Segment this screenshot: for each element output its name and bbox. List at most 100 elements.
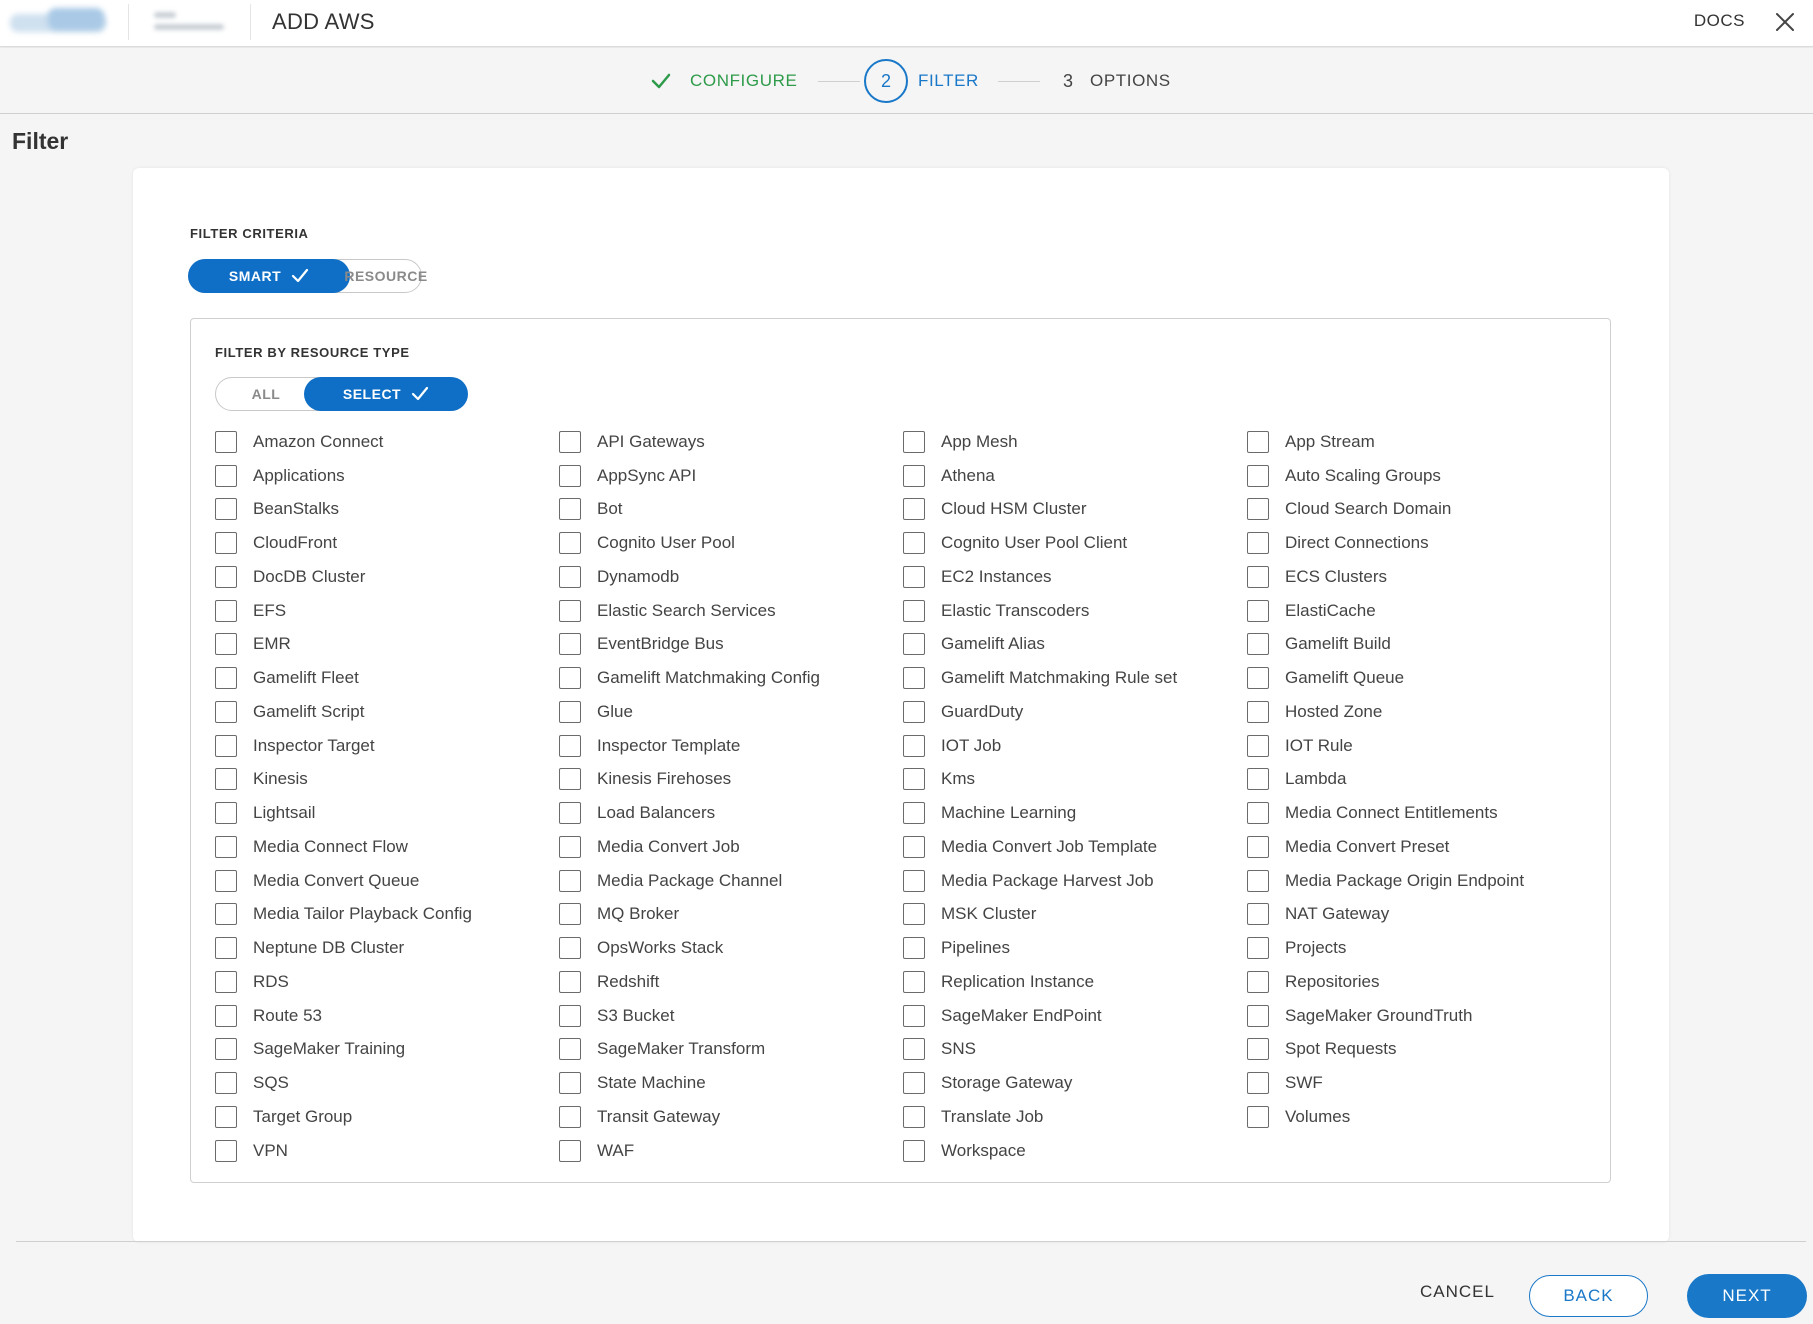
resource-checkbox-item[interactable]: ECS Clusters [1247,560,1591,594]
resource-checkbox-item[interactable]: Pipelines [903,931,1247,965]
resource-checkbox-item[interactable]: IOT Job [903,729,1247,763]
resource-checkbox-item[interactable]: Spot Requests [1247,1033,1591,1067]
checkbox[interactable] [1247,464,1269,487]
toggle-option-all[interactable]: ALL [216,377,316,411]
step-options[interactable]: 3 OPTIONS [1063,48,1171,114]
checkbox[interactable] [215,835,237,858]
resource-checkbox-item[interactable]: CloudFront [215,526,559,560]
checkbox[interactable] [903,835,925,858]
resource-checkbox-item[interactable]: Machine Learning [903,796,1247,830]
checkbox[interactable] [903,532,925,555]
checkbox[interactable] [215,734,237,757]
checkbox[interactable] [559,633,581,656]
checkbox[interactable] [215,599,237,622]
checkbox[interactable] [559,1105,581,1128]
resource-checkbox-item[interactable]: Media Connect Entitlements [1247,796,1591,830]
checkbox[interactable] [559,498,581,521]
resource-checkbox-item[interactable]: SageMaker GroundTruth [1247,999,1591,1033]
resource-checkbox-item[interactable]: Media Convert Job [559,830,903,864]
resource-checkbox-item[interactable]: SageMaker EndPoint [903,999,1247,1033]
resource-checkbox-item[interactable]: App Mesh [903,425,1247,459]
resource-checkbox-item[interactable]: SageMaker Transform [559,1033,903,1067]
checkbox[interactable] [559,667,581,690]
resource-checkbox-item[interactable]: Glue [559,695,903,729]
checkbox[interactable] [1247,970,1269,993]
resource-checkbox-item[interactable]: Cloud HSM Cluster [903,493,1247,527]
checkbox[interactable] [1247,599,1269,622]
resource-checkbox-item[interactable]: Gamelift Script [215,695,559,729]
checkbox[interactable] [215,1105,237,1128]
resource-checkbox-item[interactable]: Amazon Connect [215,425,559,459]
checkbox[interactable] [903,937,925,960]
resource-checkbox-item[interactable]: SQS [215,1066,559,1100]
checkbox[interactable] [215,1072,237,1095]
resource-checkbox-item[interactable]: BeanStalks [215,493,559,527]
checkbox[interactable] [215,903,237,926]
checkbox[interactable] [903,1072,925,1095]
toggle-option-smart[interactable]: SMART [188,259,350,293]
cancel-button[interactable]: CANCEL [1420,1282,1495,1302]
resource-checkbox-item[interactable]: Elastic Search Services [559,594,903,628]
checkbox[interactable] [903,734,925,757]
checkbox[interactable] [215,532,237,555]
resource-checkbox-item[interactable]: Gamelift Build [1247,628,1591,662]
checkbox[interactable] [559,599,581,622]
checkbox[interactable] [559,835,581,858]
checkbox[interactable] [1247,869,1269,892]
checkbox[interactable] [1247,1105,1269,1128]
toggle-option-select[interactable]: SELECT [304,377,468,411]
checkbox[interactable] [559,734,581,757]
checkbox[interactable] [559,1004,581,1027]
checkbox[interactable] [1247,667,1269,690]
resource-checkbox-item[interactable]: ElastiCache [1247,594,1591,628]
checkbox[interactable] [903,1004,925,1027]
resource-checkbox-item[interactable]: RDS [215,965,559,999]
checkbox[interactable] [559,869,581,892]
checkbox[interactable] [215,869,237,892]
checkbox[interactable] [559,464,581,487]
toggle-option-resource[interactable]: RESOURCE [344,259,427,293]
checkbox[interactable] [215,667,237,690]
checkbox[interactable] [559,903,581,926]
resource-checkbox-item[interactable]: Lambda [1247,763,1591,797]
checkbox[interactable] [903,802,925,825]
resource-checkbox-item[interactable]: Storage Gateway [903,1066,1247,1100]
checkbox[interactable] [559,700,581,723]
resource-checkbox-item[interactable]: DocDB Cluster [215,560,559,594]
resource-checkbox-item[interactable]: App Stream [1247,425,1591,459]
checkbox[interactable] [903,599,925,622]
resource-checkbox-item[interactable]: EC2 Instances [903,560,1247,594]
checkbox[interactable] [215,464,237,487]
resource-checkbox-item[interactable]: WAF [559,1134,903,1168]
checkbox[interactable] [559,532,581,555]
checkbox[interactable] [1247,802,1269,825]
checkbox[interactable] [1247,734,1269,757]
resource-checkbox-item[interactable]: Workspace [903,1134,1247,1168]
resource-checkbox-item[interactable]: Gamelift Matchmaking Rule set [903,661,1247,695]
resource-checkbox-item[interactable]: EMR [215,628,559,662]
checkbox[interactable] [903,464,925,487]
resource-checkbox-item[interactable]: NAT Gateway [1247,898,1591,932]
checkbox[interactable] [559,1139,581,1162]
resource-checkbox-item[interactable]: MQ Broker [559,898,903,932]
resource-checkbox-item[interactable]: Route 53 [215,999,559,1033]
checkbox[interactable] [1247,903,1269,926]
checkbox[interactable] [215,1004,237,1027]
checkbox[interactable] [1247,1038,1269,1061]
checkbox[interactable] [559,1038,581,1061]
checkbox[interactable] [559,1072,581,1095]
resource-checkbox-item[interactable]: Gamelift Matchmaking Config [559,661,903,695]
checkbox[interactable] [559,768,581,791]
checkbox[interactable] [903,498,925,521]
resource-checkbox-item[interactable]: Translate Job [903,1100,1247,1134]
checkbox[interactable] [1247,430,1269,453]
checkbox[interactable] [215,768,237,791]
resource-checkbox-item[interactable]: Redshift [559,965,903,999]
resource-checkbox-item[interactable]: Kms [903,763,1247,797]
resource-checkbox-item[interactable]: Elastic Transcoders [903,594,1247,628]
resource-checkbox-item[interactable]: Media Convert Preset [1247,830,1591,864]
resource-checkbox-item[interactable]: Neptune DB Cluster [215,931,559,965]
resource-checkbox-item[interactable]: OpsWorks Stack [559,931,903,965]
checkbox[interactable] [903,1139,925,1162]
checkbox[interactable] [903,903,925,926]
